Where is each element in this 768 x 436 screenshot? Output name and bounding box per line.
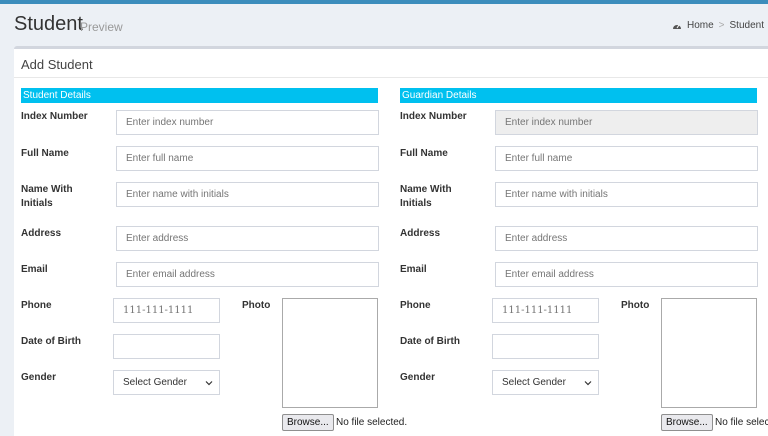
guardian-initials-label: Name With Initials — [400, 183, 452, 211]
student-initials-label-line2: Initials — [21, 198, 53, 209]
student-index-input[interactable] — [116, 110, 379, 135]
student-photo-file-status: No file selected. — [336, 417, 408, 428]
student-fullname-input[interactable] — [116, 146, 379, 171]
guardian-initials-label-line1: Name With — [400, 184, 452, 195]
guardian-address-input[interactable] — [495, 226, 758, 251]
guardian-index-label: Index Number — [400, 111, 467, 122]
guardian-gender-select[interactable]: Select Gender — [492, 370, 599, 395]
student-photo-preview — [282, 298, 378, 408]
guardian-phone-input[interactable] — [492, 298, 599, 323]
breadcrumb-current: Student — [729, 20, 764, 31]
guardian-gender-value: Select Gender — [502, 377, 566, 388]
guardian-photo-file-status: No file selected. — [715, 417, 768, 428]
chevron-down-icon — [584, 381, 592, 386]
student-address-label: Address — [21, 228, 62, 239]
student-fullname-label: Full Name — [21, 148, 69, 159]
student-initials-label: Name With Initials — [21, 183, 73, 211]
breadcrumb: Home > Student — [672, 20, 764, 31]
student-dob-input[interactable] — [113, 334, 220, 359]
breadcrumb-home-link[interactable]: Home — [687, 20, 714, 31]
guardian-gender-label: Gender — [400, 372, 436, 383]
form-title: Add Student — [21, 57, 93, 72]
chevron-down-icon — [205, 381, 213, 386]
dashboard-icon — [672, 24, 681, 29]
guardian-address-label: Address — [400, 228, 441, 239]
student-email-label: Email — [21, 264, 48, 275]
guardian-fullname-input[interactable] — [495, 146, 758, 171]
page-subtitle: Preview — [80, 20, 123, 34]
form-title-divider — [14, 77, 768, 78]
student-phone-label: Phone — [21, 300, 52, 311]
student-photo-label: Photo — [242, 300, 271, 311]
student-details-header: Student Details — [21, 88, 378, 103]
guardian-index-input — [495, 110, 758, 135]
top-accent-bar — [0, 0, 768, 4]
add-student-form: Add Student Student Details Index Number… — [14, 46, 768, 436]
guardian-email-input[interactable] — [495, 262, 758, 287]
guardian-phone-label: Phone — [400, 300, 431, 311]
guardian-initials-label-line2: Initials — [400, 198, 432, 209]
guardian-initials-input[interactable] — [495, 182, 758, 207]
student-initials-label-line1: Name With — [21, 184, 73, 195]
breadcrumb-separator: > — [718, 20, 725, 31]
guardian-fullname-label: Full Name — [400, 148, 448, 159]
student-initials-input[interactable] — [116, 182, 379, 207]
student-gender-label: Gender — [21, 372, 57, 383]
student-gender-select[interactable]: Select Gender — [113, 370, 220, 395]
guardian-dob-label: Date of Birth — [400, 336, 460, 347]
student-phone-input[interactable] — [113, 298, 220, 323]
student-gender-value: Select Gender — [123, 377, 187, 388]
guardian-photo-browse-button[interactable]: Browse... — [661, 414, 713, 431]
student-dob-label: Date of Birth — [21, 336, 81, 347]
guardian-details-header: Guardian Details — [400, 88, 757, 103]
guardian-photo-preview — [661, 298, 757, 408]
guardian-email-label: Email — [400, 264, 427, 275]
student-email-input[interactable] — [116, 262, 379, 287]
student-address-input[interactable] — [116, 226, 379, 251]
page-title: Student — [14, 13, 83, 35]
guardian-dob-input[interactable] — [492, 334, 599, 359]
student-photo-browse-button[interactable]: Browse... — [282, 414, 334, 431]
student-index-label: Index Number — [21, 111, 88, 122]
guardian-photo-label: Photo — [621, 300, 650, 311]
